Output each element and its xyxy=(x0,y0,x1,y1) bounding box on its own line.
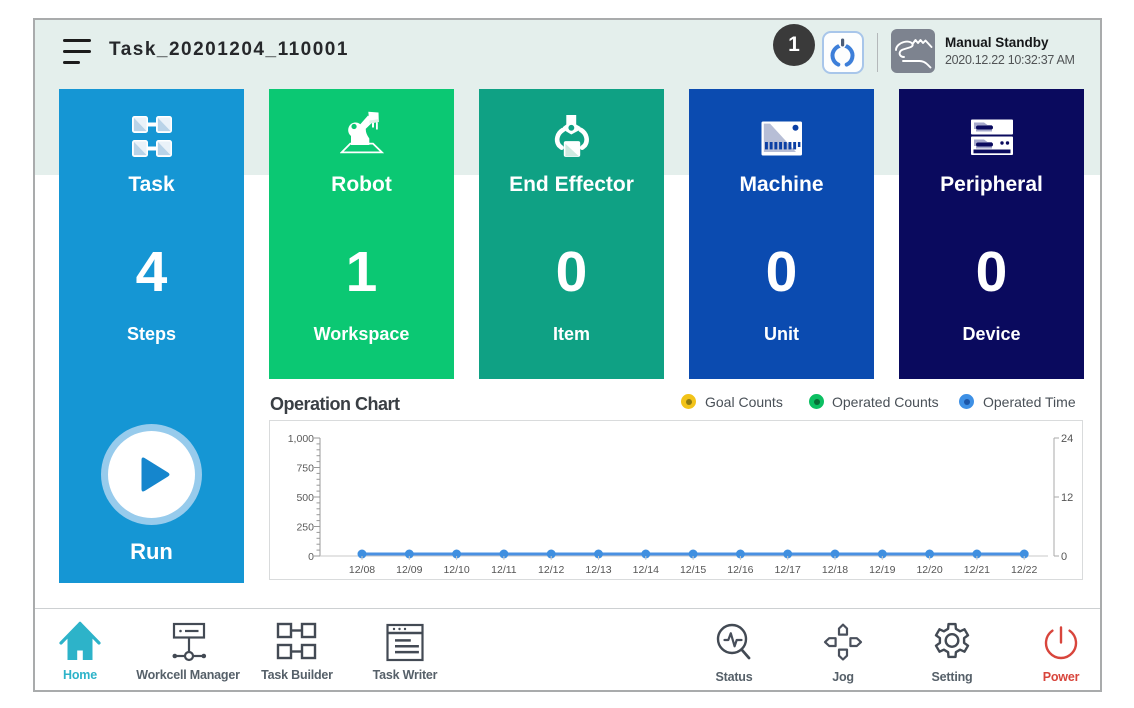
svg-text:12/08: 12/08 xyxy=(349,564,375,576)
svg-text:12/09: 12/09 xyxy=(396,564,422,576)
svg-text:12/11: 12/11 xyxy=(491,564,517,576)
svg-text:12/15: 12/15 xyxy=(680,564,706,576)
svg-text:12/16: 12/16 xyxy=(727,564,753,576)
svg-text:12/22: 12/22 xyxy=(1011,564,1037,576)
svg-text:12/17: 12/17 xyxy=(775,564,801,576)
svg-text:12/19: 12/19 xyxy=(869,564,895,576)
svg-text:12/12: 12/12 xyxy=(538,564,564,576)
svg-text:12/18: 12/18 xyxy=(822,564,848,576)
svg-text:12/14: 12/14 xyxy=(633,564,659,576)
svg-text:12/21: 12/21 xyxy=(964,564,990,576)
svg-text:12/20: 12/20 xyxy=(916,564,942,576)
svg-text:250: 250 xyxy=(296,522,314,534)
svg-text:12/10: 12/10 xyxy=(443,564,469,576)
svg-text:12/13: 12/13 xyxy=(585,564,611,576)
svg-text:24: 24 xyxy=(1061,433,1073,445)
svg-text:0: 0 xyxy=(308,551,314,563)
svg-text:500: 500 xyxy=(296,492,314,504)
svg-text:750: 750 xyxy=(296,463,314,475)
svg-text:1,000: 1,000 xyxy=(288,433,314,445)
svg-text:12: 12 xyxy=(1061,492,1073,504)
svg-text:0: 0 xyxy=(1061,551,1067,563)
